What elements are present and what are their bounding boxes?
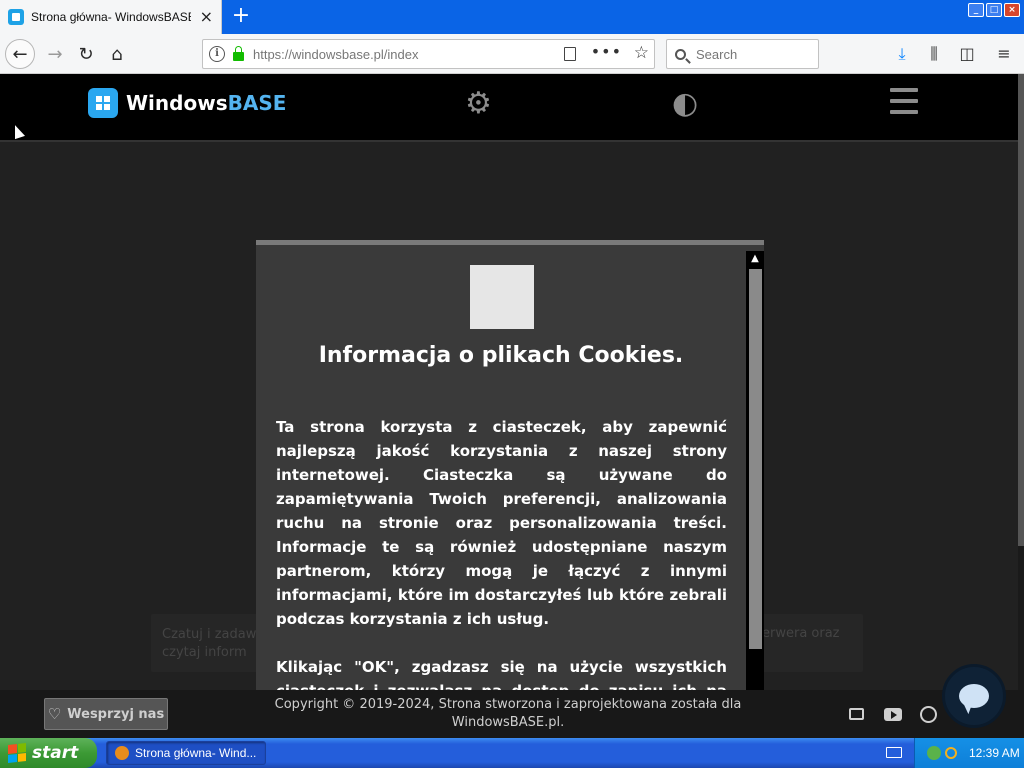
page-scrollbar[interactable]: [1018, 74, 1024, 690]
web-page: WindowsBASE ⚙ ◐ Czatuj i zadaw czytaj in…: [0, 74, 1024, 738]
download-icon[interactable]: ⤓: [890, 42, 914, 66]
chat-bubble-icon: [959, 684, 989, 708]
hamburger-menu-icon[interactable]: [890, 88, 918, 114]
lock-icon: [233, 46, 244, 61]
support-us-button[interactable]: ♡ Wesprzyj nas: [44, 698, 168, 730]
search-icon: [675, 48, 686, 60]
info-icon[interactable]: i: [209, 46, 225, 62]
page-scrollbar-thumb[interactable]: [1018, 74, 1024, 546]
taskbar: start Strona główna- Wind... 12:39 AM: [0, 738, 1024, 768]
search-input[interactable]: [696, 46, 806, 62]
library-icon[interactable]: ⫼: [922, 42, 946, 66]
cookie-consent-modal: Informacja o plikach Cookies. Ta strona …: [256, 240, 764, 692]
copyright-text: Copyright © 2019-2024, Strona stworzona …: [274, 697, 742, 730]
github-icon[interactable]: [920, 706, 937, 723]
navigation-toolbar: ← → ↻ ⌂ i https://windowsbase.pl/index •…: [0, 34, 1024, 74]
cookie-modal-scrollbar-thumb[interactable]: [749, 269, 762, 649]
chat-button[interactable]: [942, 664, 1006, 728]
background-card-text-right: erwera oraz: [762, 626, 840, 641]
tab-close-icon[interactable]: ×: [200, 9, 213, 25]
start-button[interactable]: start: [0, 738, 97, 768]
site-favicon-icon: [8, 9, 24, 25]
windows-logo-icon: [88, 88, 118, 118]
tab-strip: Strona główna- WindowsBASE.pl × + _ □ ×: [0, 0, 1024, 34]
youtube-icon[interactable]: [884, 708, 902, 721]
site-footer: ♡ Wesprzyj nas Copyright © 2019-2024, St…: [0, 690, 1024, 738]
page-actions-icon[interactable]: •••: [591, 42, 622, 61]
support-us-label: Wesprzyj nas: [67, 706, 165, 722]
close-window-button[interactable]: ×: [1004, 3, 1020, 17]
cookie-modal-paragraph: Klikając "OK", zgadzasz się na użycie ws…: [276, 658, 727, 692]
forward-button[interactable]: →: [40, 39, 70, 69]
menu-icon[interactable]: ≡: [992, 42, 1016, 66]
cookie-modal-paragraph: Ta strona korzysta z ciasteczek, aby zap…: [276, 418, 727, 628]
brand-name: WindowsBASE: [126, 91, 287, 115]
window-controls: _ □ ×: [968, 3, 1020, 17]
taskbar-item-firefox[interactable]: Strona główna- Wind...: [106, 741, 266, 765]
network-icon[interactable]: [927, 746, 941, 760]
home-button[interactable]: ⌂: [102, 39, 132, 69]
reader-view-icon[interactable]: [564, 47, 576, 61]
site-logo[interactable]: WindowsBASE: [88, 88, 286, 118]
bookmark-star-icon[interactable]: ☆: [634, 43, 649, 63]
cookie-modal-logo-image: [470, 265, 534, 329]
background-card-text: Czatuj i zadaw czytaj inform: [162, 627, 257, 660]
firefox-icon: [115, 746, 129, 760]
taskbar-item-label: Strona główna- Wind...: [135, 746, 257, 760]
mail-icon[interactable]: [849, 708, 864, 720]
system-tray: 12:39 AM: [914, 738, 1024, 768]
scroll-up-arrow-icon[interactable]: ▲: [746, 251, 764, 267]
settings-gear-icon[interactable]: ⚙: [465, 86, 492, 121]
heart-icon: ♡: [47, 705, 62, 723]
search-tray-icon[interactable]: [945, 747, 957, 759]
keyboard-language-icon[interactable]: [886, 747, 902, 758]
reload-button[interactable]: ↻: [71, 39, 101, 69]
cookie-modal-title: Informacja o plikach Cookies.: [318, 343, 684, 368]
sidebar-icon[interactable]: ◫: [955, 42, 979, 66]
minimize-button[interactable]: _: [968, 3, 984, 17]
tab-title: Strona główna- WindowsBASE.pl: [31, 10, 191, 24]
cookie-modal-scrollbar[interactable]: ▲: [746, 251, 764, 692]
contrast-toggle-icon[interactable]: ◐: [672, 86, 698, 121]
site-header: WindowsBASE ⚙ ◐: [0, 74, 1018, 142]
url-bar[interactable]: i https://windowsbase.pl/index ••• ☆: [202, 39, 655, 69]
back-button[interactable]: ←: [5, 39, 35, 69]
windows-xp-logo-icon: [8, 743, 26, 763]
maximize-button[interactable]: □: [986, 3, 1002, 17]
tab-active[interactable]: Strona główna- WindowsBASE.pl ×: [0, 0, 222, 34]
clock[interactable]: 12:39 AM: [969, 746, 1020, 760]
cookie-modal-body: Ta strona korzysta z ciasteczek, aby zap…: [276, 415, 727, 692]
url-text[interactable]: https://windowsbase.pl/index: [253, 47, 418, 62]
new-tab-button[interactable]: +: [228, 4, 254, 30]
start-label: start: [32, 743, 79, 763]
search-bar[interactable]: [666, 39, 819, 69]
